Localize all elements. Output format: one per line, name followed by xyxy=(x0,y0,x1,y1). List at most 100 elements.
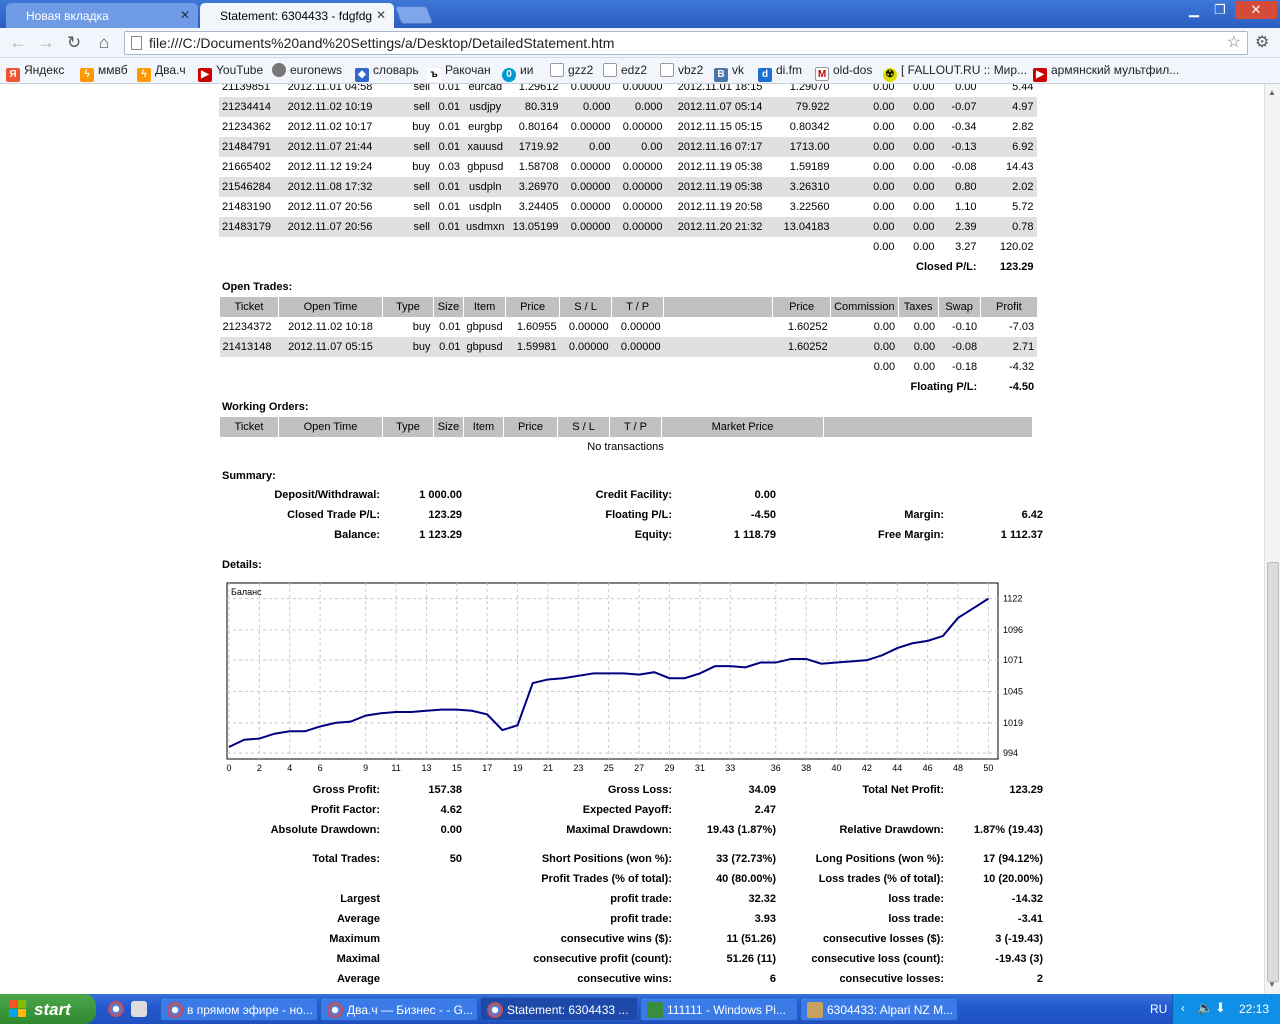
taskbar: start в прямом эфире - но... Два.ч — Биз… xyxy=(0,994,1280,1024)
working-orders-title: Working Orders: xyxy=(222,401,309,413)
tab-new[interactable]: Новая вкладка ✕ xyxy=(6,3,198,28)
start-button[interactable]: start xyxy=(0,994,96,1024)
table-row: 21234362 2012.11.02 10:17 buy 0.01 eurgbp 0.8… xyxy=(219,117,1037,137)
scroll-up-icon[interactable]: ▲ xyxy=(1268,88,1276,97)
table-cell: eurgbp xyxy=(468,121,503,133)
speaker-icon[interactable]: 🔈 xyxy=(1197,1000,1213,1016)
youtube-icon: ▶ xyxy=(198,68,212,82)
bookmark-slovar[interactable]: ◆ словарь xyxy=(355,63,419,82)
table-cell: 0.01 xyxy=(433,177,463,197)
table-cell: 0.000 xyxy=(561,97,614,117)
table-cell: -0.08 xyxy=(938,337,981,357)
x-tick-label: 11 xyxy=(391,763,400,773)
table-cell xyxy=(664,317,773,337)
taskbar-item[interactable]: в прямом эфире - но... xyxy=(160,997,318,1021)
total-taxes: 0.00 xyxy=(913,241,935,253)
new-tab-button[interactable] xyxy=(394,6,434,24)
bookmark-fallout[interactable]: ☢[ FALLOUT.RU :: Мир... xyxy=(883,63,1027,82)
scroll-down-icon[interactable]: ▼ xyxy=(1268,980,1276,989)
stat-label: Absolute Drawdown: xyxy=(270,824,380,836)
scrollbar[interactable]: ▲ ▼ xyxy=(1264,84,1280,994)
yandex-icon: Я xyxy=(6,68,20,82)
closed-totals-row: 0.00 0.00 3.27 120.02 xyxy=(219,237,1037,257)
table-cell: 2012.11.15 05:15 xyxy=(677,121,763,133)
table-cell: 0.00000 xyxy=(561,177,614,197)
table-cell: buy xyxy=(382,337,434,357)
download-icon[interactable]: ⬇ xyxy=(1215,1000,1226,1016)
column-header: S / L xyxy=(559,297,612,317)
table-cell: 0.00000 xyxy=(559,337,612,357)
stat-label: Total Trades: xyxy=(312,853,380,865)
bookmark-euronews[interactable]: euronews xyxy=(272,63,342,77)
bookmark-yandex[interactable]: Я Яндекс xyxy=(6,63,64,82)
table-cell: 0.00 xyxy=(832,217,898,237)
bookmark-gzz2[interactable]: gzz2 xyxy=(550,63,593,77)
close-icon[interactable]: ✕ xyxy=(376,8,386,22)
stat-value: 50 xyxy=(449,853,462,865)
column-header: Size xyxy=(433,297,464,317)
chevron-left-icon[interactable]: ‹ xyxy=(1181,1001,1185,1015)
details-title: Details: xyxy=(222,559,262,571)
closed-pl-summary-label: Closed Trade P/L: xyxy=(287,509,380,521)
bookmark-olddos[interactable]: Mold-dos xyxy=(815,63,872,81)
tab-statement[interactable]: Statement: 6304433 - fdgfdg ✕ xyxy=(200,3,394,28)
language-indicator[interactable]: RU xyxy=(1150,1002,1167,1016)
floating-pl-row: Floating P/L: -4.50 xyxy=(220,377,1038,397)
stat-value: 32.32 xyxy=(748,893,776,905)
bookmark-mmvb[interactable]: ϟ ммвб xyxy=(80,63,128,82)
closed-pl-summary-value: 123.29 xyxy=(428,509,462,521)
taskbar-item[interactable]: Два.ч — Бизнес - - G... xyxy=(320,997,478,1021)
table-cell: sell xyxy=(382,177,433,197)
chrome-icon[interactable] xyxy=(108,1001,124,1017)
taskbar-item[interactable]: 111111 - Windows Pi... xyxy=(640,997,798,1021)
clock: 22:13 xyxy=(1239,1002,1270,1016)
star-icon[interactable]: ☆ xyxy=(1227,32,1241,54)
table-cell: 0.00000 xyxy=(570,121,611,133)
stat-label: Total Net Profit: xyxy=(862,784,944,796)
bookmark-difm[interactable]: d di.fm xyxy=(758,63,802,82)
taskbar-item-active[interactable]: Statement: 6304433 ... xyxy=(480,997,638,1021)
close-icon[interactable]: ✕ xyxy=(180,8,190,22)
bookmark-youtube[interactable]: ▶ YouTube xyxy=(198,63,263,82)
y-tick-label: 1096 xyxy=(1003,625,1023,635)
address-bar[interactable]: file:///C:/Documents%20and%20Settings/a/… xyxy=(124,31,1248,55)
stat-label: consecutive wins ($): xyxy=(560,933,672,945)
working-orders-header: Ticket Open Time Type Size Item Price S / LT /… xyxy=(219,417,1032,437)
table-cell: 2012.11.01 18:15 xyxy=(677,84,763,93)
reload-icon[interactable]: ↻ xyxy=(62,32,86,54)
bookmark-edz2[interactable]: edz2 xyxy=(603,63,647,77)
stat-value: 123.29 xyxy=(1009,784,1043,796)
table-cell: 0.00 xyxy=(873,121,895,133)
table-cell: 2.02 xyxy=(979,177,1037,197)
bookmark-rakochan[interactable]: ъ Ракочан xyxy=(427,63,491,82)
bookmark-vbz2[interactable]: vbz2 xyxy=(660,63,703,77)
table-cell: 2012.11.19 05:38 xyxy=(677,161,763,173)
bookmark-dvach[interactable]: ϟ Два.ч xyxy=(137,63,186,82)
home-icon[interactable]: ⌂ xyxy=(92,32,116,54)
closed-pl-value: 123.29 xyxy=(999,261,1034,273)
wrench-icon[interactable]: ⚙ xyxy=(1255,32,1269,52)
table-cell: 2012.11.19 20:58 xyxy=(677,201,763,213)
show-desktop-icon[interactable] xyxy=(131,1001,147,1017)
floating-pl-summary-value: -4.50 xyxy=(750,509,776,521)
table-cell: 0.03 xyxy=(438,161,460,173)
table-cell: usdpln xyxy=(469,201,502,213)
table-cell: 21234372 xyxy=(222,321,272,333)
bookmark-cartoon[interactable]: ▶ армянский мультфил... xyxy=(1033,63,1179,82)
column-header: Ticket xyxy=(219,297,279,317)
taskbar-item[interactable]: 6304433: Alpari NZ M... xyxy=(800,997,958,1021)
table-row: 21413148 2012.11.07 05:15 buy 0.01 gbpusd 1.5… xyxy=(219,337,1038,357)
stat-label: Maximal Drawdown: xyxy=(566,824,672,836)
stat-label: Average xyxy=(336,973,380,985)
stat-value: 34.09 xyxy=(748,784,776,796)
forward-icon[interactable]: → xyxy=(34,32,58,54)
scroll-thumb[interactable] xyxy=(1267,562,1279,982)
window-close-icon[interactable]: ✕ xyxy=(1235,1,1277,19)
minimize-icon[interactable]: ▁ xyxy=(1183,1,1205,19)
table-cell: 0.01 xyxy=(433,137,463,157)
credit-value: 0.00 xyxy=(754,489,776,501)
back-icon[interactable]: ← xyxy=(6,32,30,54)
bookmark-vk[interactable]: Bvk xyxy=(714,63,744,82)
bookmark-ii[interactable]: 0 ии xyxy=(502,63,533,82)
maximize-icon[interactable]: ❐ xyxy=(1209,1,1231,19)
